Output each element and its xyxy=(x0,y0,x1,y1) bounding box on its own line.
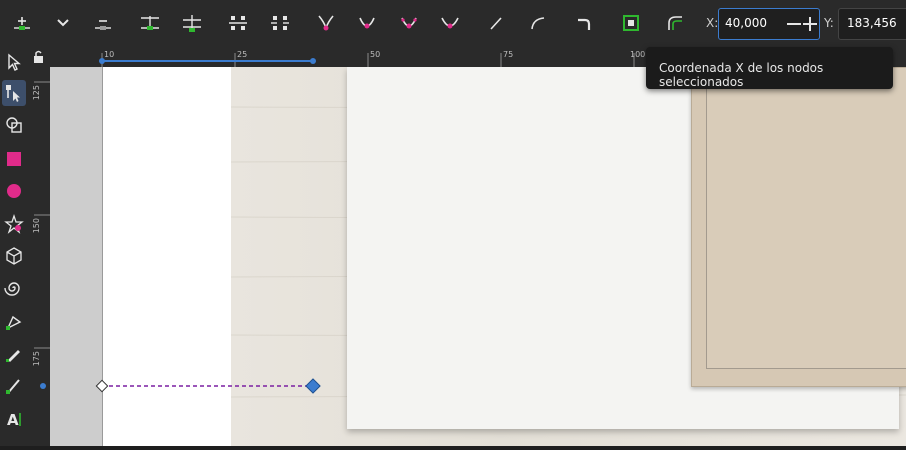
node-tool[interactable] xyxy=(2,80,26,106)
node-auto-icon xyxy=(441,17,459,29)
pencil-icon xyxy=(6,350,20,362)
star-tool[interactable] xyxy=(2,211,26,237)
lock-icon xyxy=(34,50,43,63)
node-cusp-button[interactable] xyxy=(309,6,343,40)
node-auto-button[interactable] xyxy=(433,6,467,40)
node-symmetric-button[interactable] xyxy=(392,6,426,40)
svg-text:A: A xyxy=(7,411,19,429)
toolbox: A xyxy=(0,47,28,446)
plus-icon[interactable] xyxy=(803,17,817,31)
tooltip: Coordenada X de los nodos seleccionados xyxy=(646,47,893,89)
path-node-start[interactable] xyxy=(95,379,109,393)
join-nodes-button[interactable] xyxy=(133,6,167,40)
show-handles-icon xyxy=(668,16,682,30)
text-tool[interactable]: A xyxy=(2,406,26,432)
node-smooth-icon xyxy=(359,17,375,29)
y-coordinate-field[interactable]: 183,456 xyxy=(838,8,906,40)
ruler-label: 100 xyxy=(630,50,646,59)
join-nodes-icon xyxy=(141,16,159,30)
node-symmetric-icon xyxy=(401,17,417,29)
join-segment-button[interactable] xyxy=(221,6,255,40)
drawing-canvas[interactable] xyxy=(50,67,906,446)
show-handles-button[interactable] xyxy=(658,6,692,40)
node-cusp-icon xyxy=(318,15,334,31)
spiral-tool[interactable] xyxy=(2,275,26,301)
ruler-label: 150 xyxy=(32,218,41,234)
break-path-icon xyxy=(183,15,201,32)
shape-builder-icon xyxy=(6,117,22,133)
x-coordinate-value[interactable]: 40,000 xyxy=(725,16,767,30)
vertical-ruler-ticks xyxy=(34,81,50,389)
spiral-icon xyxy=(4,282,20,296)
rectangle-icon xyxy=(7,152,21,166)
break-path-button[interactable] xyxy=(175,6,209,40)
stroke-to-path-button[interactable] xyxy=(614,6,648,40)
selected-path-layer xyxy=(95,378,321,394)
chevron-down-icon xyxy=(57,19,69,27)
y-coordinate-label: Y: xyxy=(824,16,834,30)
node-toolbar: X: 40,000 Y: 183,456 xyxy=(0,0,906,48)
shape-builder-tool[interactable] xyxy=(2,112,26,138)
object-to-path-button[interactable] xyxy=(567,6,601,40)
pen-icon xyxy=(6,315,22,330)
ruler-label: 10 xyxy=(104,50,115,59)
tooltip-text: Coordenada X de los nodos seleccionados xyxy=(659,61,824,89)
delete-segment-icon xyxy=(271,16,289,30)
segment-line-button[interactable] xyxy=(479,6,513,40)
calligraphy-tool[interactable] xyxy=(2,373,26,399)
minus-icon[interactable] xyxy=(787,23,801,25)
delete-segment-button[interactable] xyxy=(263,6,297,40)
3d-box-tool[interactable] xyxy=(2,243,26,269)
text-icon: A xyxy=(7,411,21,429)
ruler-label: 25 xyxy=(237,50,248,59)
pen-tool[interactable] xyxy=(2,309,26,335)
node-edit-icon xyxy=(6,85,20,102)
calligraphy-icon xyxy=(6,379,20,394)
pencil-tool[interactable] xyxy=(2,341,26,367)
y-coordinate-value[interactable]: 183,456 xyxy=(847,16,897,30)
insert-node-icon xyxy=(14,17,30,30)
cube-icon xyxy=(6,247,22,265)
ellipse-tool[interactable] xyxy=(2,178,26,204)
ruler-label: 125 xyxy=(32,85,41,101)
delete-node-icon xyxy=(95,20,111,30)
ruler-label: 75 xyxy=(503,50,514,59)
segment-line-icon xyxy=(490,17,502,30)
insert-menu-button[interactable] xyxy=(46,6,80,40)
ruler-label: 50 xyxy=(370,50,381,59)
guide-lock-toggle[interactable] xyxy=(28,47,50,67)
path-node-end[interactable] xyxy=(305,378,321,394)
segment-curve-icon xyxy=(531,17,545,30)
arrow-icon xyxy=(8,53,21,71)
circle-icon xyxy=(7,184,21,198)
star-icon xyxy=(4,213,24,234)
insert-node-button[interactable] xyxy=(5,6,39,40)
stroke-to-path-icon xyxy=(623,15,639,31)
object-to-path-icon xyxy=(578,18,591,30)
x-coordinate-field[interactable]: 40,000 xyxy=(718,8,820,40)
segment-curve-button[interactable] xyxy=(521,6,555,40)
delete-node-button[interactable] xyxy=(86,6,120,40)
ruler-label: 175 xyxy=(32,351,41,367)
join-segment-icon xyxy=(229,16,247,30)
vertical-ruler: 125 150 175 xyxy=(28,67,51,446)
selector-tool[interactable] xyxy=(2,49,26,75)
node-smooth-button[interactable] xyxy=(350,6,384,40)
rectangle-tool[interactable] xyxy=(2,146,26,172)
x-coordinate-label: X: xyxy=(706,16,719,30)
